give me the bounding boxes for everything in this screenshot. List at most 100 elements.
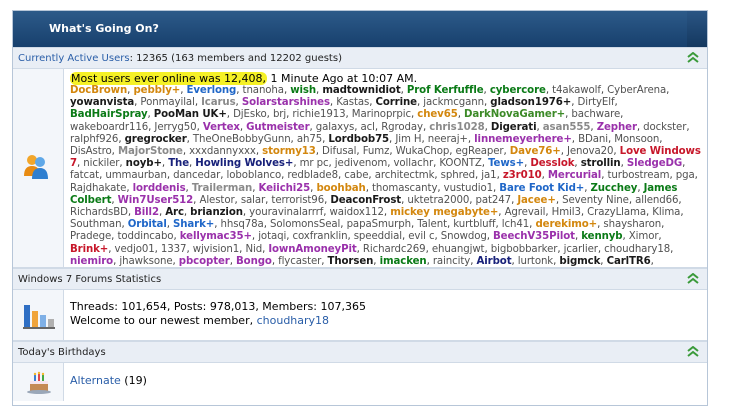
online-user-link[interactable]: Klima (652, 207, 680, 218)
online-user-link[interactable]: flycaster (278, 256, 321, 267)
online-user-link[interactable]: ah75 (297, 134, 322, 145)
online-user-link[interactable]: vedjo01 (115, 244, 155, 255)
online-user-link[interactable]: tnanoha (243, 85, 284, 96)
online-user-link[interactable]: Bare Foot Kid+ (499, 183, 584, 194)
online-user-link[interactable]: ja1 (481, 170, 496, 181)
online-user-link[interactable]: yowanvista (70, 97, 134, 108)
online-user-link[interactable]: salar (241, 195, 265, 206)
online-user-link[interactable]: Monsoon (614, 134, 659, 145)
collapse-toggle-icon[interactable] (687, 273, 699, 285)
online-user-link[interactable]: ralphf926 (70, 134, 118, 145)
online-user-link[interactable]: Jim H (395, 134, 421, 145)
online-user-link[interactable]: ehuangjwt (432, 244, 485, 255)
online-user-link[interactable]: richie1913 (292, 109, 345, 120)
online-user-link[interactable]: Talent (417, 219, 447, 230)
online-user-link[interactable]: Icarus (201, 97, 236, 108)
online-user-link[interactable]: pebbly+ (133, 85, 180, 96)
online-user-link[interactable]: Jerryg50 (154, 122, 196, 133)
online-user-link[interactable]: Thorsen (328, 256, 374, 267)
online-user-link[interactable]: jcarlier (564, 244, 598, 255)
online-user-link[interactable]: evil c (408, 231, 434, 242)
online-user-link[interactable]: kurtbluff (453, 219, 495, 230)
online-user-link[interactable]: Kastas (336, 97, 369, 108)
online-user-link[interactable]: Fumz (363, 146, 390, 157)
online-user-link[interactable]: Agrevail (505, 207, 546, 218)
online-user-link[interactable]: loboblanco (227, 170, 282, 181)
online-user-link[interactable]: Southman (70, 219, 122, 230)
online-user-link[interactable]: DarkNovaGamer+ (464, 109, 565, 120)
online-user-link[interactable]: architectmk (375, 170, 435, 181)
online-user-link[interactable]: CarlTR6 (607, 256, 651, 267)
online-user-link[interactable]: dancedar (173, 170, 220, 181)
online-user-link[interactable]: BadHairSpray (70, 109, 148, 120)
online-user-link[interactable]: gladson1976+ (490, 97, 571, 108)
online-user-link[interactable]: z3r010 (503, 170, 542, 181)
online-user-link[interactable]: Nid (245, 244, 262, 255)
online-user-link[interactable]: DeaconFrost (330, 195, 401, 206)
online-user-link[interactable]: vollachr (393, 158, 433, 169)
online-user-link[interactable]: Arc (165, 207, 184, 218)
online-user-link[interactable]: Keiichi25 (258, 183, 310, 194)
online-user-link[interactable]: bigbobbarker (491, 244, 558, 255)
online-user-link[interactable]: jackmcgann (423, 97, 484, 108)
online-user-link[interactable]: brianzion (190, 207, 243, 218)
online-user-link[interactable]: strollin (581, 158, 621, 169)
online-user-link[interactable]: madtownidiot (322, 85, 400, 96)
online-user-link[interactable]: Alestor (199, 195, 234, 206)
online-user-link[interactable]: Rajdhakate (70, 183, 126, 194)
online-user-link[interactable]: Zucchey (590, 183, 637, 194)
online-user-link[interactable]: WukaChop (396, 146, 450, 157)
online-user-link[interactable]: MajorStone (118, 146, 183, 157)
online-user-link[interactable]: Bongo (236, 256, 272, 267)
online-user-link[interactable]: Seventy Nine (562, 195, 629, 206)
online-user-link[interactable]: Dave76+ (510, 146, 561, 157)
online-user-link[interactable]: pat247 (476, 195, 512, 206)
online-user-link[interactable]: Howling Wolves+ (195, 158, 293, 169)
online-user-link[interactable]: CyberArena (607, 85, 666, 96)
online-user-link[interactable]: speeddial (354, 231, 402, 242)
online-user-link[interactable]: Win7User512 (118, 195, 194, 206)
online-user-link[interactable]: DisAstro (70, 146, 112, 157)
online-user-link[interactable]: stormy13 (262, 146, 316, 157)
online-user-link[interactable]: PooMan UK+ (154, 109, 227, 120)
online-user-link[interactable]: uktetra2000 (407, 195, 469, 206)
birthday-member-link[interactable]: Alternate (70, 374, 121, 387)
online-user-link[interactable]: SolomonsSeal (270, 219, 340, 230)
online-user-link[interactable]: CrazyLlama (587, 207, 646, 218)
online-user-link[interactable]: BeechV35Pilot (493, 231, 575, 242)
online-user-link[interactable]: nickiler (83, 158, 119, 169)
online-user-link[interactable]: Marinoprpic (352, 109, 411, 120)
online-user-link[interactable]: Pradege (70, 231, 111, 242)
online-user-link[interactable]: Richardc269 (363, 244, 426, 255)
online-user-link[interactable]: pbcopter (179, 256, 230, 267)
online-user-link[interactable]: papaSmurph (347, 219, 411, 230)
online-user-link[interactable]: Orbital (128, 219, 167, 230)
online-user-link[interactable]: neeraj+ (428, 134, 468, 145)
online-user-link[interactable]: asan555 (543, 122, 591, 133)
online-user-link[interactable]: Lordbob75 (328, 134, 389, 145)
online-user-link[interactable]: Solarstarshines (242, 97, 330, 108)
online-user-link[interactable]: wjvision1 (193, 244, 240, 255)
online-user-link[interactable]: choudhary18 (604, 244, 670, 255)
online-user-link[interactable]: Jenova20 (567, 146, 614, 157)
online-user-link[interactable]: Ponmayilal (140, 97, 195, 108)
online-user-link[interactable]: niemiro (70, 256, 113, 267)
online-user-link[interactable]: kellymac35+ (180, 231, 252, 242)
online-user-link[interactable]: mickey megabyte+ (390, 207, 498, 218)
online-user-link[interactable]: SledgeDG (627, 158, 682, 169)
online-user-link[interactable]: Gutmeister (246, 122, 309, 133)
online-user-link[interactable]: noyb+ (126, 158, 162, 169)
online-user-link[interactable]: raincity (433, 256, 470, 267)
online-user-link[interactable]: wakeboardr116 (70, 122, 148, 133)
online-user-link[interactable]: Desslok (530, 158, 574, 169)
online-user-link[interactable]: derekimo+ (535, 219, 597, 230)
online-user-link[interactable]: cabe (344, 170, 368, 181)
collapse-toggle-icon[interactable] (687, 52, 699, 64)
online-user-link[interactable]: Tews+ (488, 158, 524, 169)
online-user-link[interactable]: chev65 (417, 109, 458, 120)
online-user-link[interactable]: chris1028 (429, 122, 484, 133)
online-user-link[interactable]: turbostream (607, 170, 669, 181)
online-user-link[interactable]: xxxdannyxxx (189, 146, 256, 157)
online-user-link[interactable]: Airbot (477, 256, 512, 267)
online-user-link[interactable]: Everlong (186, 85, 236, 96)
